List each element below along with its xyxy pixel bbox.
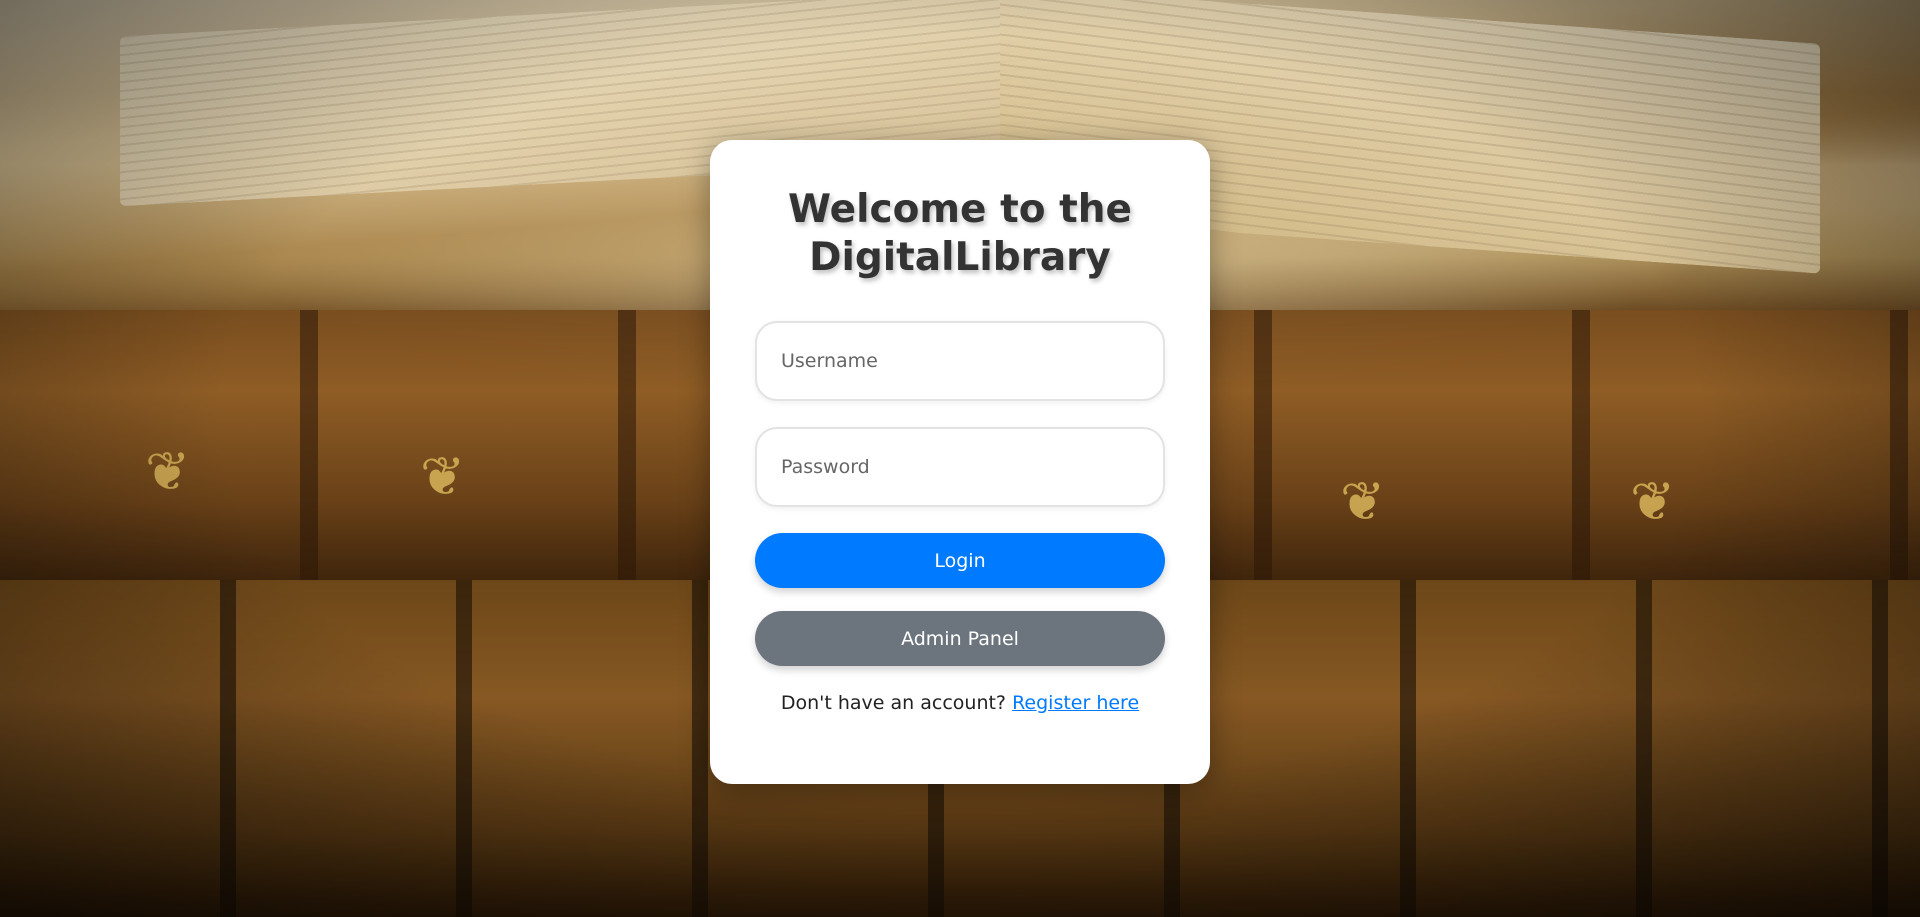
register-prompt-text: Don't have an account?	[780, 692, 1007, 714]
page-title-line-2: DigitalLibrary	[809, 235, 1111, 280]
admin-panel-button[interactable]: Admin Panel	[755, 611, 1165, 666]
login-button[interactable]: Login	[755, 533, 1165, 588]
register-prompt: Don't have an account? Register here	[755, 692, 1165, 714]
login-card: Welcome to the DigitalLibrary Login Admi…	[710, 140, 1210, 784]
page-title: Welcome to the DigitalLibrary	[755, 186, 1165, 282]
password-input[interactable]	[755, 427, 1165, 507]
page-title-line-1: Welcome to the	[788, 187, 1132, 232]
username-input[interactable]	[755, 321, 1165, 401]
register-link[interactable]: Register here	[1012, 692, 1139, 714]
